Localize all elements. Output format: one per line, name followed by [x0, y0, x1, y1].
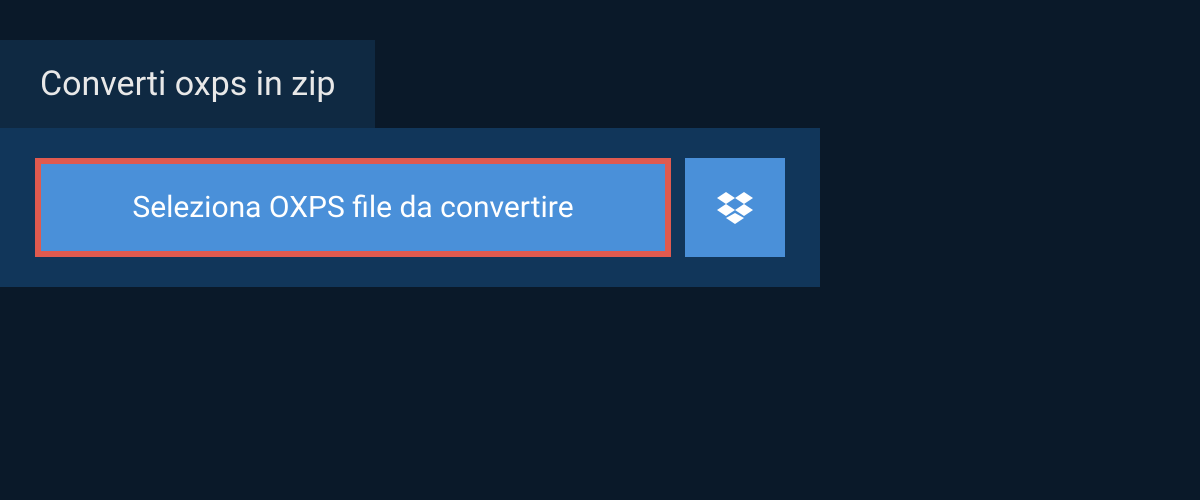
dropbox-button[interactable] — [685, 158, 785, 257]
button-row: Seleziona OXPS file da convertire — [35, 158, 785, 257]
select-file-button[interactable]: Seleziona OXPS file da convertire — [35, 158, 671, 257]
tab-header[interactable]: Converti oxps in zip — [0, 40, 375, 128]
dropbox-icon — [717, 192, 753, 224]
select-file-label: Seleziona OXPS file da convertire — [132, 190, 573, 225]
tab-title: Converti oxps in zip — [40, 64, 335, 104]
conversion-panel: Seleziona OXPS file da convertire — [0, 128, 820, 287]
